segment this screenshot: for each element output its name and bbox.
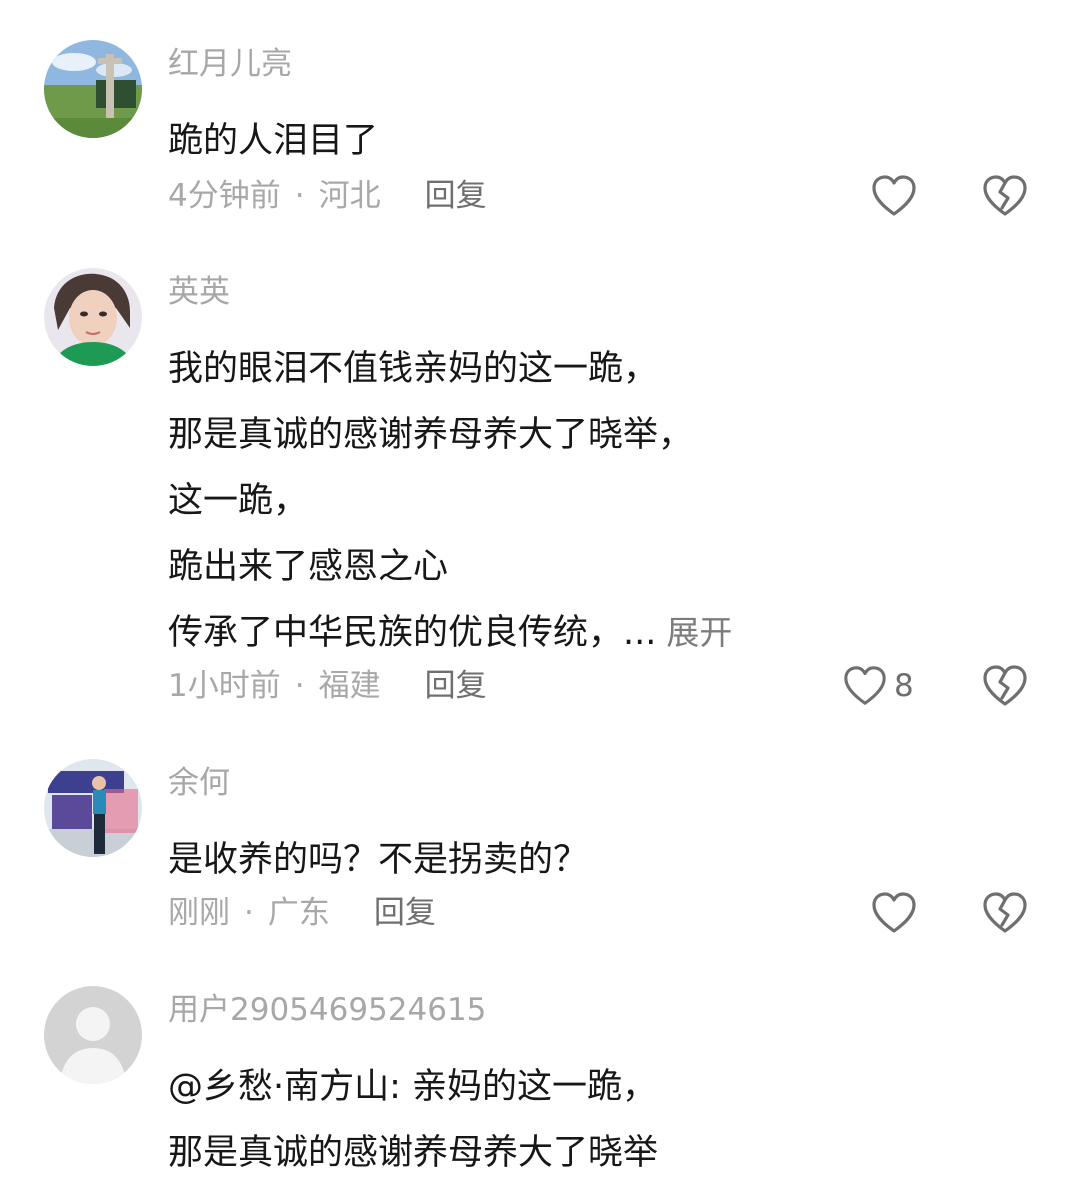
comment-line: 我的眼泪不值钱亲妈的这一跪， xyxy=(168,349,659,389)
broken-heart-icon xyxy=(983,175,1027,216)
heart-outline-icon xyxy=(872,175,916,216)
comment-location: 河北 xyxy=(318,178,381,214)
separator-dot: · xyxy=(244,895,254,931)
avatar[interactable] xyxy=(44,986,142,1084)
separator-dot: · xyxy=(294,668,305,704)
comment-location: 福建 xyxy=(318,668,381,704)
like-count: 8 xyxy=(894,668,914,704)
comment-line: 跪的人泪目了 xyxy=(168,121,379,161)
reply-button[interactable]: 回复 xyxy=(374,895,436,931)
comment-meta: 1小时前 · 福建 回复 xyxy=(168,666,487,706)
comment-line: 那是真诚的感谢养母养大了晓举， xyxy=(168,415,694,455)
comment-line: @乡愁·南方山: 亲妈的这一跪， xyxy=(168,1067,658,1107)
dislike-button[interactable] xyxy=(981,891,1029,935)
username[interactable]: 红月儿亮 xyxy=(168,44,292,84)
comment-line-text: 传承了中华民族的优良传统，... xyxy=(168,613,657,653)
username[interactable]: 用户2905469524615 xyxy=(168,990,486,1030)
separator-dot: · xyxy=(294,178,305,214)
comment-item: 英英 我的眼泪不值钱亲妈的这一跪， 那是真诚的感谢养母养大了晓举， 这一跪， 跪… xyxy=(0,268,1080,728)
comment-meta: 刚刚 · 广东 回复 xyxy=(168,893,436,933)
comment-line: 是收养的吗？不是拐卖的？ xyxy=(168,840,589,880)
comment-item: 红月儿亮 跪的人泪目了 4分钟前 · 河北 回复 xyxy=(0,40,1080,240)
like-button[interactable] xyxy=(870,174,918,218)
default-avatar-icon xyxy=(44,986,142,1084)
comment-item: 用户2905469524615 @乡愁·南方山: 亲妈的这一跪， 那是真诚的感谢… xyxy=(0,986,1080,1173)
broken-heart-icon xyxy=(983,892,1027,933)
broken-heart-icon xyxy=(983,665,1027,706)
expand-button[interactable]: 展开 xyxy=(666,613,732,652)
avatar[interactable] xyxy=(44,40,142,138)
dislike-button[interactable] xyxy=(981,174,1029,218)
comment-text: @乡愁·南方山: 亲妈的这一跪， 那是真诚的感谢养母养大了晓举 xyxy=(168,1054,658,1186)
username[interactable]: 英英 xyxy=(168,272,230,312)
comment-text: 我的眼泪不值钱亲妈的这一跪， 那是真诚的感谢养母养大了晓举， 这一跪， 跪出来了… xyxy=(168,336,732,666)
comment-line: 跪出来了感恩之心 xyxy=(168,547,449,587)
heart-outline-icon xyxy=(844,666,886,705)
comment-time: 1小时前 xyxy=(168,668,281,704)
comment-line: 这一跪， xyxy=(168,481,309,521)
avatar[interactable] xyxy=(44,268,142,366)
comment-item: 余何 是收养的吗？不是拐卖的？ 刚刚 · 广东 回复 xyxy=(0,759,1080,959)
comment-text: 跪的人泪目了 xyxy=(168,108,378,174)
reply-button[interactable]: 回复 xyxy=(425,178,487,214)
comment-time: 4分钟前 xyxy=(168,178,281,214)
username[interactable]: 余何 xyxy=(168,763,230,803)
comment-text: 是收养的吗？不是拐卖的？ xyxy=(168,827,588,893)
reply-button[interactable]: 回复 xyxy=(425,668,487,704)
comment-line: 传承了中华民族的优良传统，... 展开 xyxy=(168,600,732,666)
avatar[interactable] xyxy=(44,759,142,857)
comment-line: 那是真诚的感谢养母养大了晓举 xyxy=(168,1133,659,1173)
comment-meta: 4分钟前 · 河北 回复 xyxy=(168,176,487,216)
like-button[interactable]: 8 xyxy=(842,664,932,708)
heart-outline-icon xyxy=(872,892,916,933)
like-button[interactable] xyxy=(870,891,918,935)
comment-time: 刚刚 xyxy=(168,895,230,931)
comment-location: 广东 xyxy=(267,895,330,931)
dislike-button[interactable] xyxy=(981,664,1029,708)
